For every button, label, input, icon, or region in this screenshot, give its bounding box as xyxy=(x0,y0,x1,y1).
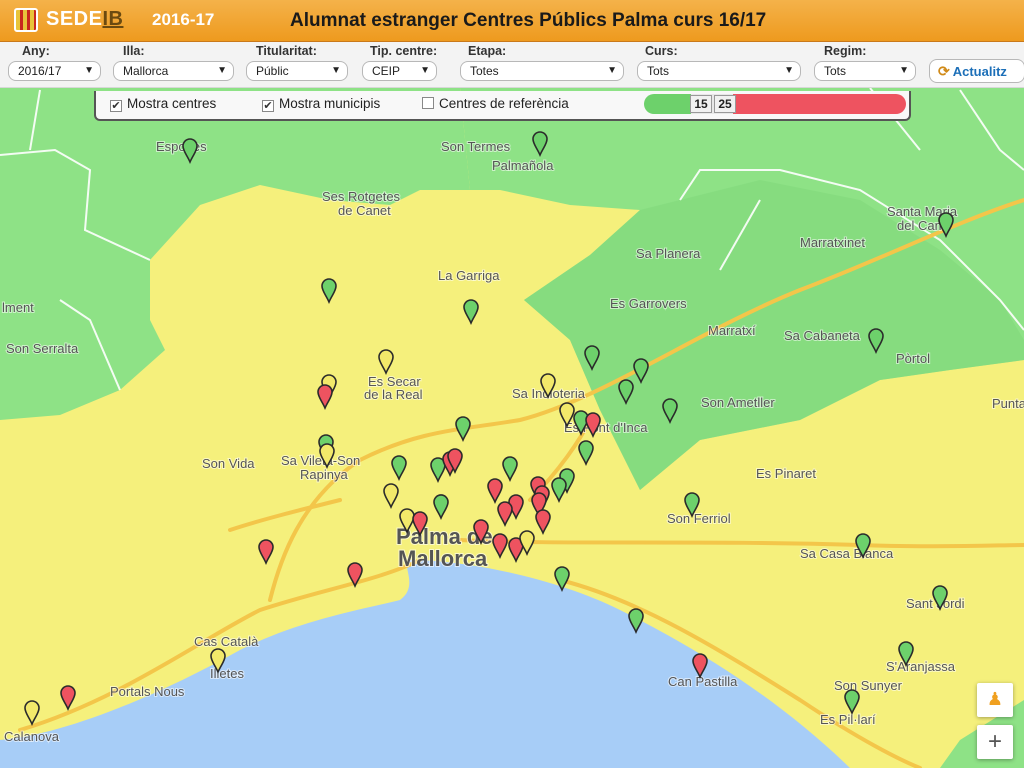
place-label: Calanova xyxy=(4,729,60,744)
filter-label: Curs: xyxy=(645,44,678,58)
select-value: CEIP xyxy=(372,64,401,78)
pegman-glyph: ♟ xyxy=(986,689,1004,709)
high-threshold-handle[interactable]: 25 xyxy=(714,95,736,113)
zoom-in-button[interactable]: + xyxy=(977,725,1013,759)
dropdown-arrow-icon: ▼ xyxy=(899,65,909,76)
filter-year: Any: 2016/17 ▼ xyxy=(8,44,101,81)
place-label: Illetes xyxy=(210,666,244,681)
filter-stage: Etapa: Totes ▼ xyxy=(460,44,624,81)
place-label: Sa Casa Blanca xyxy=(800,546,894,561)
filter-bar: Any: 2016/17 ▼ Illa: Mallorca ▼ Titularita… xyxy=(0,42,1024,88)
place-label: Marratxí xyxy=(708,323,756,338)
stage-select[interactable]: Totes ▼ xyxy=(460,61,624,81)
coat-of-arms-icon xyxy=(14,8,38,32)
low-threshold-handle[interactable]: 15 xyxy=(690,95,712,113)
refresh-label: Actualitz xyxy=(952,64,1007,79)
year-select[interactable]: 2016/17 ▼ xyxy=(8,61,101,81)
map-options-bar: ✔ Mostra centres ✔ Mostra municipis Centre… xyxy=(94,91,911,121)
checkbox-label: Mostra municipis xyxy=(279,96,381,111)
city-label: Mallorca xyxy=(398,546,488,571)
place-label: S'Aranjassa xyxy=(886,659,956,674)
checkbox-checked-icon: ✔ xyxy=(110,100,122,112)
place-label: Es Pinaret xyxy=(756,466,816,481)
dropdown-arrow-icon: ▼ xyxy=(217,65,227,76)
place-label: Son Ametller xyxy=(701,395,775,410)
filter-course: Curs: Tots ▼ xyxy=(637,44,801,81)
place-label: Can Pastilla xyxy=(668,674,738,689)
place-label: La Garriga xyxy=(438,268,500,283)
refresh-button[interactable]: ⟳ Actualitz xyxy=(929,59,1024,83)
select-value: Públic xyxy=(256,64,289,78)
dropdown-arrow-icon: ▼ xyxy=(784,65,794,76)
page-title: Alumnat estranger Centres Públics Palma … xyxy=(290,10,767,31)
header-bar: SEDEIB 2016-17 Alumnat estranger Centres… xyxy=(0,0,1024,42)
place-label: Sa Planera xyxy=(636,246,701,261)
zoom-in-label: + xyxy=(987,728,1002,755)
dropdown-arrow-icon: ▼ xyxy=(420,65,430,76)
select-value: Mallorca xyxy=(123,64,169,78)
place-label: Pòrtol xyxy=(896,351,930,366)
checkbox-label: Mostra centres xyxy=(127,96,217,111)
regime-select[interactable]: Tots ▼ xyxy=(814,61,916,81)
place-label: Punta xyxy=(992,396,1024,411)
place-label: Son Ferriol xyxy=(667,511,731,526)
ownership-select[interactable]: Públic ▼ xyxy=(246,61,348,81)
place-label: Palmañola xyxy=(492,158,554,173)
filter-label: Illa: xyxy=(123,44,145,58)
place-label: Es Garrovers xyxy=(610,296,687,311)
place-label: Marratxinet xyxy=(800,235,865,250)
filter-regime: Regim: Tots ▼ xyxy=(814,44,916,81)
filter-island: Illa: Mallorca ▼ xyxy=(113,44,234,81)
checkbox-checked-icon: ✔ xyxy=(262,100,274,112)
filter-label: Etapa: xyxy=(468,44,507,58)
place-label: Son Sunyer xyxy=(834,678,903,693)
map-canvas[interactable]: Esporles Son Termes Palmañola Ses Rotget… xyxy=(0,88,1024,768)
place-label: de la Real xyxy=(364,387,423,402)
place-label: Portals Nous xyxy=(110,684,185,699)
place-label: Ses Rotgetes xyxy=(322,189,401,204)
place-label: Son Serralta xyxy=(6,341,79,356)
place-label: Son Termes xyxy=(441,139,511,154)
centre-type-select[interactable]: CEIP ▼ xyxy=(362,61,437,81)
select-value: Tots xyxy=(824,64,847,78)
place-label: Cas Català xyxy=(194,634,259,649)
dropdown-arrow-icon: ▼ xyxy=(84,65,94,76)
checkbox-label: Centres de referència xyxy=(439,96,569,111)
refresh-icon: ⟳ xyxy=(938,63,950,79)
logo-accent-text: IB xyxy=(102,8,124,30)
place-label: Son Vida xyxy=(202,456,255,471)
place-label: de Canet xyxy=(338,203,391,218)
filter-centre-type: Tip. centre: CEIP ▼ xyxy=(362,44,437,81)
place-label: Es Pil·larí xyxy=(820,712,876,727)
app-window: SEDEIB 2016-17 Alumnat estranger Centres… xyxy=(0,0,1024,768)
filter-label: Tip. centre: xyxy=(370,44,438,58)
course-select[interactable]: Tots ▼ xyxy=(637,61,801,81)
street-view-pegman-icon[interactable]: ♟ xyxy=(977,683,1013,717)
select-value: 2016/17 xyxy=(18,64,62,78)
filter-label: Any: xyxy=(22,44,50,58)
place-label: Rapinya xyxy=(300,467,348,482)
place-label: Esporles xyxy=(156,139,207,154)
map-view[interactable]: Esporles Son Termes Palmañola Ses Rotget… xyxy=(0,88,1024,768)
threshold-slider[interactable]: 15 25 xyxy=(644,94,906,114)
show-municipalities-checkbox[interactable]: ✔ Mostra municipis xyxy=(262,96,380,112)
year-label: 2016-17 xyxy=(152,10,215,29)
show-centres-checkbox[interactable]: ✔ Mostra centres xyxy=(110,96,216,112)
dropdown-arrow-icon: ▼ xyxy=(607,65,617,76)
select-value: Totes xyxy=(470,64,499,78)
select-value: Tots xyxy=(647,64,670,78)
reference-centres-checkbox[interactable]: Centres de referència xyxy=(422,96,569,111)
logo-main-text: SEDE xyxy=(46,8,103,30)
place-label: lment xyxy=(2,300,34,315)
dropdown-arrow-icon: ▼ xyxy=(331,65,341,76)
logo[interactable]: SEDEIB xyxy=(46,8,123,31)
place-label: Sa Cabaneta xyxy=(784,328,861,343)
filter-ownership: Titularitat: Públic ▼ xyxy=(246,44,348,81)
checkbox-unchecked-icon xyxy=(422,97,434,109)
filter-label: Titularitat: xyxy=(256,44,317,58)
island-select[interactable]: Mallorca ▼ xyxy=(113,61,234,81)
filter-label: Regim: xyxy=(824,44,867,58)
